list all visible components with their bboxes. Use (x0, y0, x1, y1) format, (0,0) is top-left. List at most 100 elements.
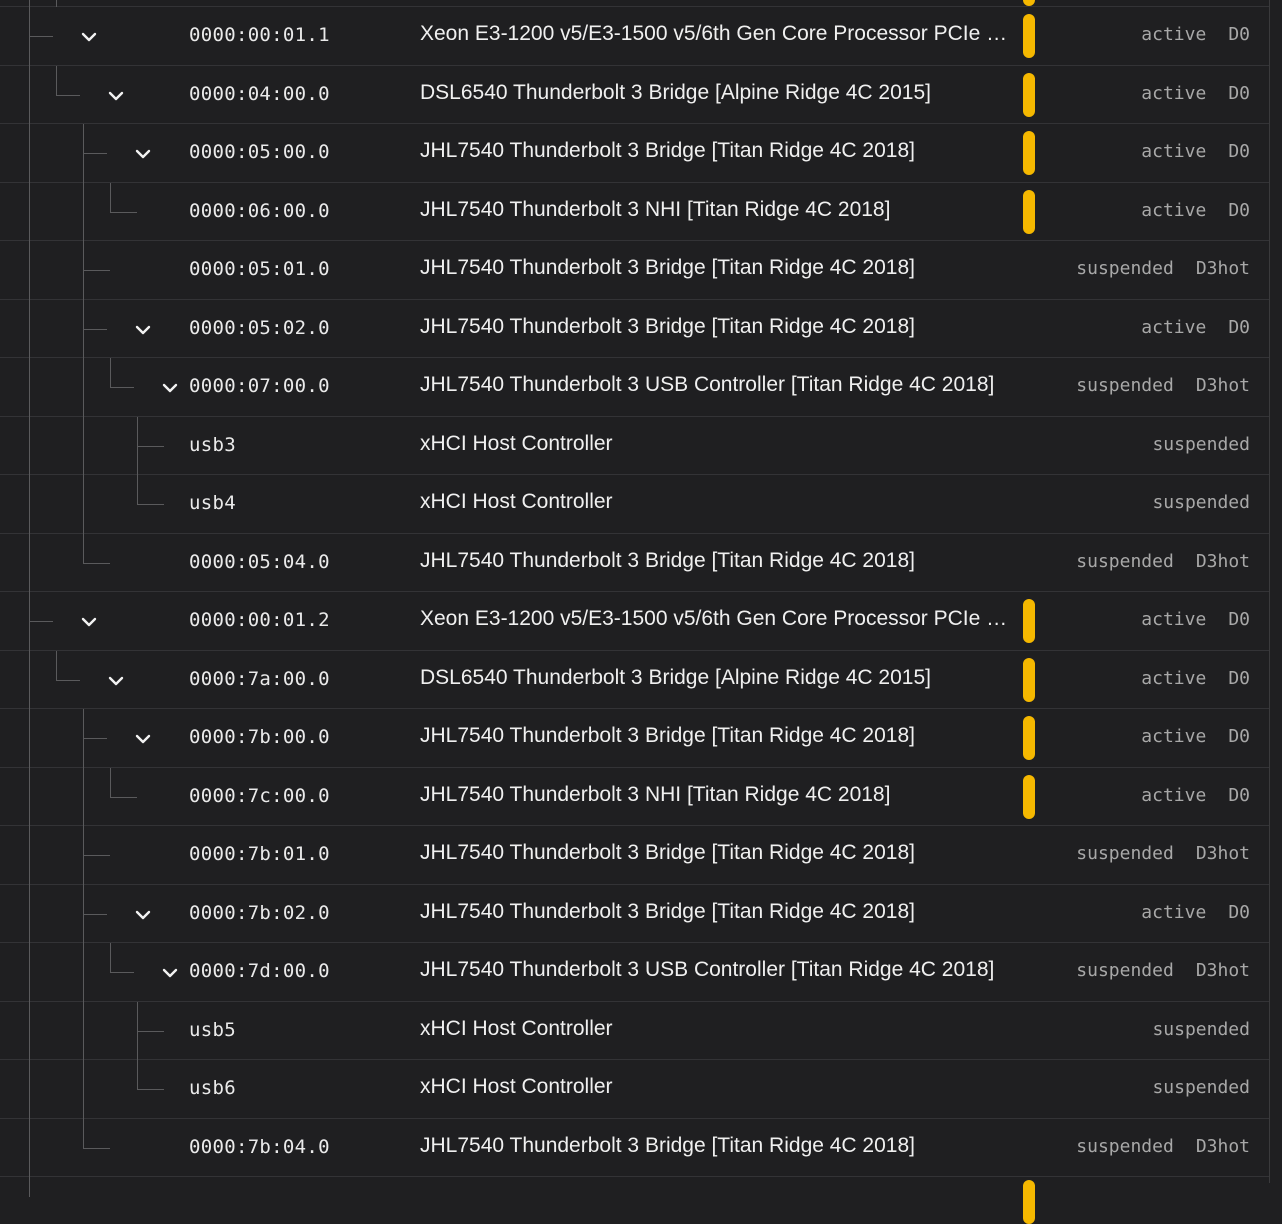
chevron-down-icon[interactable] (132, 904, 154, 926)
tree-guide-line (29, 709, 30, 768)
device-description: DSL6540 Thunderbolt 3 Bridge [Alpine Rid… (420, 665, 931, 689)
power-state: D3hot (1195, 550, 1250, 572)
device-status: active D0 (1141, 83, 1250, 104)
runtime-state: suspended (1076, 375, 1174, 397)
power-state: D0 (1228, 82, 1250, 104)
tree-guide-line (29, 475, 30, 534)
device-address: 0000:7d:00.0 (189, 960, 330, 983)
table-row[interactable]: 0000:7b:01.0 JHL7540 Thunderbolt 3 Bridge… (0, 826, 1270, 885)
runtime-state: suspended (1076, 1135, 1174, 1157)
tree-connector-line (110, 796, 137, 798)
runtime-state: suspended (1152, 1077, 1250, 1099)
table-row[interactable]: 0000:05:04.0 JHL7540 Thunderbolt 3 Bridge… (0, 533, 1270, 592)
table-row[interactable]: 0000:00:01.1 Xeon E3-1200 v5/E3-1500 v5/6… (0, 7, 1270, 66)
tree-guide-line (56, 65, 57, 95)
tree-guide-line (29, 182, 30, 241)
tree-guide-line (29, 767, 30, 826)
device-description: JHL7540 Thunderbolt 3 USB Controller [Ti… (420, 958, 995, 982)
chevron-down-icon[interactable] (105, 85, 127, 107)
table-row[interactable]: usb6 xHCI Host Controller suspended (0, 1060, 1270, 1119)
device-status: active D0 (1141, 668, 1250, 689)
device-description: JHL7540 Thunderbolt 3 Bridge [Titan Ridg… (420, 899, 915, 923)
device-address: usb3 (189, 433, 236, 456)
table-row[interactable]: 0000:05:00.0 JHL7540 Thunderbolt 3 Bridge… (0, 124, 1270, 183)
tree-connector-line (110, 972, 134, 974)
chevron-down-icon[interactable] (105, 670, 127, 692)
device-description: JHL7540 Thunderbolt 3 Bridge [Titan Ridg… (420, 314, 915, 338)
table-row[interactable]: 0000:05:01.0 JHL7540 Thunderbolt 3 Bridge… (0, 241, 1270, 300)
runtime-state: active (1141, 726, 1207, 748)
device-status: active D0 (1141, 24, 1250, 45)
table-row[interactable]: usb4 xHCI Host Controller suspended (0, 475, 1270, 534)
tree-connector-line (137, 504, 164, 506)
tree-connector-line (83, 562, 110, 564)
table-row-partial-top (0, 0, 1270, 7)
tree-guide-line (29, 299, 30, 358)
table-row[interactable]: 0000:07:00.0 JHL7540 Thunderbolt 3 USB Co… (0, 358, 1270, 417)
tree-guide-line (83, 416, 84, 475)
activity-indicator (1023, 131, 1035, 176)
device-address: 0000:05:02.0 (189, 316, 330, 339)
device-address: 0000:00:01.2 (189, 609, 330, 632)
device-description: JHL7540 Thunderbolt 3 NHI [Titan Ridge 4… (420, 782, 891, 806)
tree-guide-line (29, 124, 30, 183)
tree-guide-line (29, 358, 30, 417)
tree-guide-line (83, 1060, 84, 1119)
tree-guide-line (110, 943, 111, 973)
device-status: suspended (1152, 1077, 1250, 1098)
tree-guide-line (29, 1060, 30, 1119)
device-address: usb4 (189, 492, 236, 515)
table-row[interactable]: 0000:7b:00.0 JHL7540 Thunderbolt 3 Bridge… (0, 709, 1270, 768)
runtime-state: active (1141, 199, 1207, 221)
device-status: active D0 (1141, 785, 1250, 806)
table-row[interactable]: 0000:06:00.0 JHL7540 Thunderbolt 3 NHI [T… (0, 182, 1270, 241)
chevron-down-icon[interactable] (78, 26, 100, 48)
chevron-down-icon[interactable] (132, 728, 154, 750)
table-row[interactable]: 0000:7c:00.0 JHL7540 Thunderbolt 3 NHI [T… (0, 767, 1270, 826)
power-state: D0 (1228, 609, 1250, 631)
table-row[interactable]: 0000:05:02.0 JHL7540 Thunderbolt 3 Bridge… (0, 299, 1270, 358)
tree-guide-line (137, 475, 138, 505)
device-status: active D0 (1141, 317, 1250, 338)
chevron-down-icon[interactable] (78, 611, 100, 633)
tree-guide-line (56, 650, 57, 680)
table-row[interactable]: 0000:7d:00.0 JHL7540 Thunderbolt 3 USB Co… (0, 943, 1270, 1002)
tree-connector-line (110, 387, 134, 389)
tree-connector-line (110, 211, 137, 213)
tree-connector-line (83, 855, 110, 857)
device-status: active D0 (1141, 141, 1250, 162)
device-tree: 0000:00:01.1 Xeon E3-1200 v5/E3-1500 v5/6… (0, 0, 1270, 1224)
chevron-down-icon[interactable] (159, 962, 181, 984)
table-row[interactable]: 0000:7a:00.0 DSL6540 Thunderbolt 3 Bridge… (0, 650, 1270, 709)
chevron-down-icon[interactable] (159, 377, 181, 399)
tree-guide-line (110, 182, 111, 212)
device-address: 0000:05:00.0 (189, 141, 330, 164)
device-description: JHL7540 Thunderbolt 3 Bridge [Titan Ridg… (420, 139, 915, 163)
power-state: D3hot (1195, 960, 1250, 982)
vertical-scrollbar[interactable] (1269, 0, 1282, 1183)
chevron-down-icon[interactable] (132, 319, 154, 341)
tree-connector-line (83, 153, 107, 155)
table-row[interactable]: usb3 xHCI Host Controller suspended (0, 416, 1270, 475)
tree-guide-line (29, 533, 30, 592)
runtime-state: suspended (1076, 258, 1174, 280)
activity-indicator (1023, 0, 1035, 6)
table-row[interactable]: 0000:7b:04.0 JHL7540 Thunderbolt 3 Bridge… (0, 1118, 1270, 1177)
runtime-state: active (1141, 784, 1207, 806)
device-status: suspended D3hot (1076, 258, 1250, 279)
device-description: xHCI Host Controller (420, 431, 613, 455)
table-row[interactable]: 0000:04:00.0 DSL6540 Thunderbolt 3 Bridge… (0, 65, 1270, 124)
tree-guide-line (29, 826, 30, 885)
device-description: xHCI Host Controller (420, 1016, 613, 1040)
table-row[interactable]: 0000:00:01.2 Xeon E3-1200 v5/E3-1500 v5/6… (0, 592, 1270, 651)
tree-guide-line (83, 767, 84, 826)
power-state: D0 (1228, 316, 1250, 338)
power-state: D3hot (1195, 1135, 1250, 1157)
table-row[interactable]: 0000:7b:02.0 JHL7540 Thunderbolt 3 Bridge… (0, 884, 1270, 943)
tree-connector-line (29, 621, 53, 623)
chevron-down-icon[interactable] (132, 143, 154, 165)
table-row[interactable]: usb5 xHCI Host Controller suspended (0, 1001, 1270, 1060)
tree-guide-line (110, 358, 111, 388)
tree-guide-line (29, 1001, 30, 1060)
device-description: JHL7540 Thunderbolt 3 Bridge [Titan Ridg… (420, 724, 915, 748)
